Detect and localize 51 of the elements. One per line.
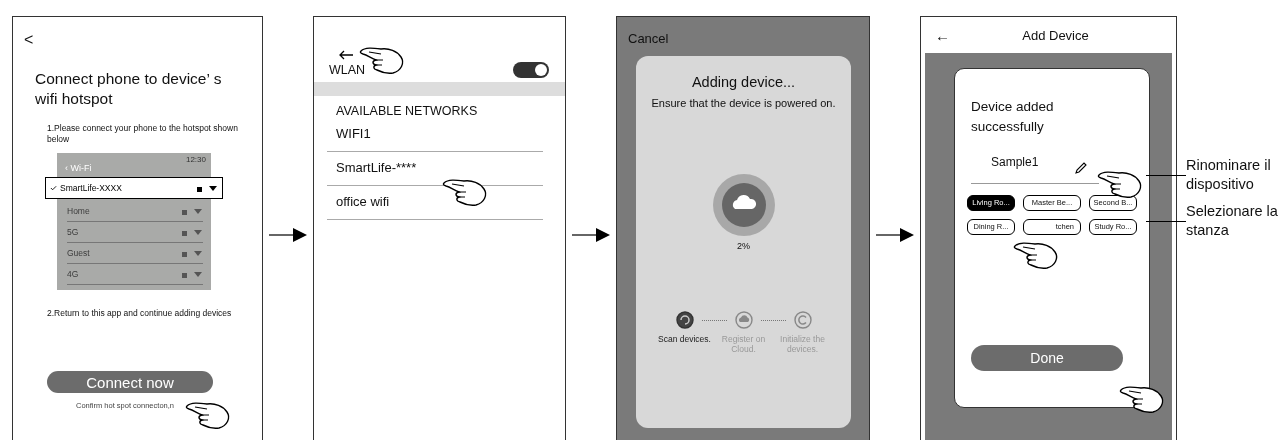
step-label: Scan devices.: [658, 334, 711, 344]
section-header: AVAILABLE NETWORKS: [336, 104, 479, 118]
wlan-toggle[interactable]: [513, 62, 549, 78]
callout-label: Rinominare il dispositivo: [1186, 156, 1272, 194]
connect-now-button[interactable]: Connect now: [47, 371, 213, 393]
arrow-icon: [876, 228, 914, 242]
arrow-icon: [572, 228, 610, 242]
progress-percent: 2%: [737, 241, 750, 251]
arrow-icon: [269, 228, 307, 242]
success-message: Device added successfully: [971, 98, 1055, 136]
status-time: 12:30: [185, 155, 206, 166]
network-row[interactable]: 4G: [67, 264, 203, 285]
screen-title: Add Device: [1021, 27, 1089, 43]
instruction-text: 1.Please connect your phone to the hotspot shown below: [47, 123, 239, 145]
callout-label: Selezionare la stanza: [1186, 202, 1279, 240]
progress-title: Adding device...: [691, 74, 796, 90]
pointing-hand-icon: [1097, 169, 1143, 199]
pencil-icon[interactable]: [1075, 162, 1087, 174]
pointing-hand-icon: [442, 177, 488, 207]
cloud-progress-ring-icon: [711, 173, 776, 237]
inset-back-label: ‹ Wi-Fi: [65, 163, 92, 173]
network-row[interactable]: Home: [67, 201, 203, 222]
back-arrow-icon[interactable]: [338, 50, 354, 60]
back-button[interactable]: <: [24, 31, 36, 49]
network-row[interactable]: SmartLife-XXXX: [45, 177, 223, 199]
network-name: 4G: [67, 269, 79, 279]
checkmark-icon: [50, 185, 57, 191]
wifi-lock-icon: [181, 270, 203, 278]
network-item[interactable]: WIFI1: [327, 118, 543, 152]
progress-subtitle: Ensure that the device is powered on.: [651, 97, 836, 109]
network-name: Home: [67, 206, 90, 216]
instruction-text: 2.Return to this app and continue adding devices: [47, 308, 233, 319]
pointing-hand-icon: [185, 400, 231, 430]
network-row[interactable]: Guest: [67, 243, 203, 264]
wifi-lock-icon: [181, 228, 203, 236]
network-name: 5G: [67, 227, 79, 237]
pointing-hand-icon: [1013, 240, 1059, 270]
network-row[interactable]: 5G: [67, 222, 203, 243]
network-name: Guest: [67, 248, 90, 258]
leader-line: [1146, 221, 1186, 222]
done-button[interactable]: Done: [971, 345, 1123, 371]
device-name-field[interactable]: Sample1: [971, 155, 1099, 184]
leader-line: [1146, 175, 1186, 176]
cancel-button[interactable]: Cancel: [628, 31, 869, 46]
wifi-lock-icon: [181, 249, 203, 257]
wifi-lock-icon: [196, 184, 218, 192]
wifi-lock-icon: [181, 207, 203, 215]
back-button[interactable]: ←: [935, 26, 950, 44]
network-name: SmartLife-XXXX: [60, 183, 122, 193]
wlan-label: WLAN: [329, 63, 366, 77]
screen-title: Connect phone to device’ s wifi hotspot: [35, 69, 223, 109]
